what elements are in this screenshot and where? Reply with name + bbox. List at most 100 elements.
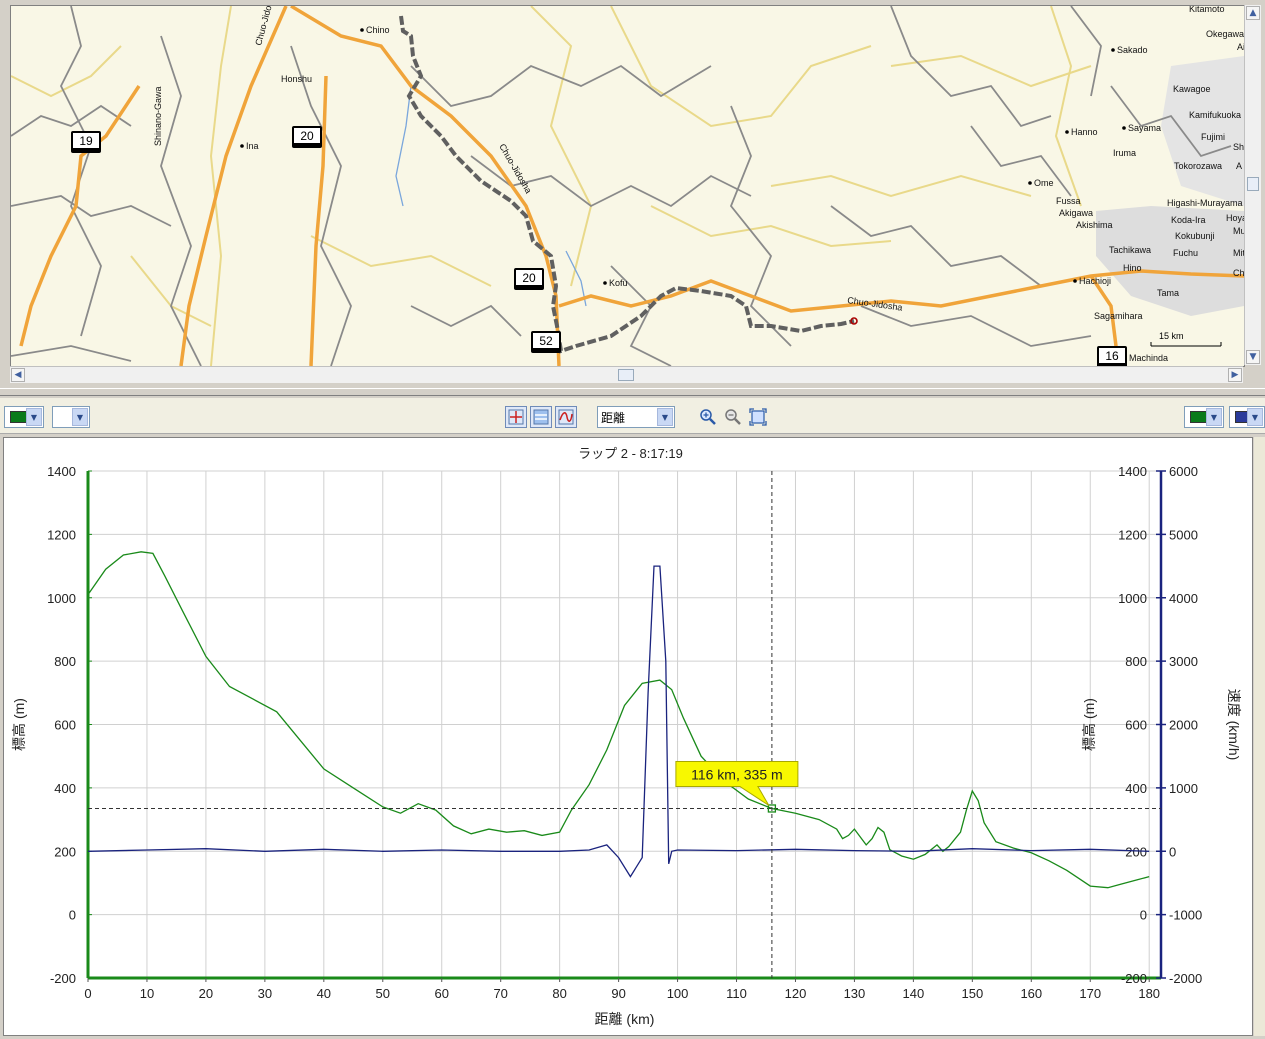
place-label: Iruma — [1113, 148, 1136, 158]
zoom-in-button[interactable] — [697, 406, 719, 428]
y-right-inner-axis-label: 標高 (m) — [1081, 698, 1097, 751]
zoom-extent-button[interactable] — [747, 406, 769, 428]
place-label: Hanno — [1071, 127, 1098, 137]
y-right-tick-label: 3000 — [1169, 654, 1198, 669]
chart-scrollbar[interactable] — [1254, 437, 1265, 1036]
place-label: Mit — [1233, 248, 1244, 258]
scroll-right-icon[interactable]: ▶ — [1228, 368, 1242, 382]
x-axis-select-value: 距離 — [601, 410, 626, 425]
place-label: Koda-Ira — [1171, 215, 1206, 225]
y-right-inner-tick-label: 600 — [1125, 718, 1147, 733]
map-vertical-scrollbar[interactable]: ▲ ▼ — [1244, 5, 1261, 365]
zoom-out-button[interactable] — [722, 406, 744, 428]
y-right-tick-label: 1000 — [1169, 781, 1198, 796]
place-label: Kofu — [609, 278, 628, 288]
crosshair-button[interactable] — [505, 406, 527, 428]
x-tick-label: 130 — [844, 986, 866, 1001]
y-left-tick-label: 1000 — [47, 591, 76, 606]
x-tick-label: 180 — [1138, 986, 1160, 1001]
x-tick-label: 20 — [199, 986, 213, 1001]
y-right-inner-tick-label: 0 — [1140, 908, 1147, 923]
svg-text:20: 20 — [522, 271, 536, 285]
x-tick-label: 160 — [1020, 986, 1042, 1001]
chevron-down-icon[interactable]: ▼ — [1247, 408, 1263, 426]
scroll-down-icon[interactable]: ▼ — [1246, 350, 1260, 364]
chevron-down-icon[interactable]: ▼ — [72, 408, 88, 426]
place-label: Ai — [1237, 42, 1244, 52]
place-dot — [360, 28, 364, 32]
place-label: Kamifukuoka — [1189, 110, 1241, 120]
y-right-inner-tick-label: 1000 — [1118, 591, 1147, 606]
scroll-thumb[interactable] — [618, 369, 634, 381]
scale-bar: 15 km — [1150, 331, 1222, 347]
chevron-down-icon[interactable]: ▼ — [1206, 408, 1222, 426]
chevron-down-icon[interactable]: ▼ — [657, 408, 673, 426]
x-tick-label: 90 — [611, 986, 625, 1001]
right-axis-color-select[interactable]: ▼ — [1184, 406, 1224, 428]
scroll-up-icon[interactable]: ▲ — [1246, 6, 1260, 20]
y-right-tick-label: -2000 — [1169, 971, 1202, 986]
map-view[interactable]: 15 km Chino Honshu Ina Shinano-Gawa Chuo-Jid… — [10, 5, 1245, 367]
place-label: Hoya — [1226, 213, 1244, 223]
y-right-tick-label: 0 — [1169, 844, 1176, 859]
y-left-tick-label: 1400 — [47, 464, 76, 479]
y-left-tick-label: 0 — [69, 908, 76, 923]
x-tick-label: 30 — [258, 986, 272, 1001]
curve-button[interactable] — [555, 406, 577, 428]
y-right-inner-tick-label: 800 — [1125, 654, 1147, 669]
y-right-inner-tick-label: 1400 — [1118, 464, 1147, 479]
elevation-chart[interactable]: 0 10 20 30 40 50 60 70 80 90 100 110 120 130 140 150 160… — [4, 438, 1252, 1035]
place-label: Ome — [1034, 178, 1054, 188]
route-shield: 20 — [292, 126, 322, 148]
x-tick-label: 40 — [317, 986, 331, 1001]
chevron-down-icon[interactable]: ▼ — [26, 408, 42, 426]
zoom-in-icon — [700, 409, 716, 425]
zoom-extent-icon — [749, 408, 767, 426]
color-swatch — [1190, 411, 1207, 423]
place-label: Tachikawa — [1109, 245, 1151, 255]
map-pane: 15 km Chino Honshu Ina Shinano-Gawa Chuo-Jid… — [0, 0, 1265, 388]
y-right-tick-label: 4000 — [1169, 591, 1198, 606]
x-axis-label: 距離 (km) — [595, 1011, 655, 1027]
place-label: Chuo-Jidosha — [847, 295, 903, 313]
pane-splitter[interactable] — [0, 388, 1265, 396]
scroll-left-icon[interactable]: ◀ — [11, 368, 25, 382]
place-label: Shinano-Gawa — [153, 86, 163, 146]
y-left-axis-label: 標高 (m) — [11, 698, 27, 751]
place-dot — [240, 144, 244, 148]
left-axis-color-select[interactable]: ▼ — [4, 406, 44, 428]
x-tick-label: 110 — [726, 986, 747, 1001]
map-canvas[interactable]: 15 km Chino Honshu Ina Shinano-Gawa Chuo-Jid… — [11, 6, 1244, 366]
place-label: Sakado — [1117, 45, 1148, 55]
horizontal-lines-icon — [533, 409, 549, 425]
x-tick-label: 80 — [552, 986, 566, 1001]
y-left-tick-label: -200 — [50, 971, 76, 986]
y-right-inner-tick-label: 1200 — [1118, 527, 1147, 542]
horizontal-lines-button[interactable] — [530, 406, 552, 428]
y-left-tick-label: 600 — [54, 718, 76, 733]
river — [395, 85, 412, 207]
svg-text:19: 19 — [79, 134, 93, 148]
place-label: Ch — [1233, 268, 1244, 278]
place-label: Fujimi — [1201, 132, 1225, 142]
y-right-tick-label: -1000 — [1169, 908, 1202, 923]
place-dot — [1028, 181, 1032, 185]
scroll-thumb[interactable] — [1247, 177, 1259, 191]
left-secondary-color-select[interactable]: ▼ — [52, 406, 90, 428]
place-label: A — [1236, 161, 1242, 171]
x-tick-label: 140 — [903, 986, 925, 1001]
elevation-chart-pane[interactable]: 0 10 20 30 40 50 60 70 80 90 100 110 120 130 140 150 160… — [3, 437, 1253, 1036]
place-label: Honshu — [281, 74, 312, 84]
x-tick-label: 150 — [961, 986, 983, 1001]
crosshair-icon — [508, 409, 524, 425]
y-left-tick-label: 800 — [54, 654, 76, 669]
route-shields: 19 20 20 52 16 — [71, 126, 1127, 366]
speed-axis-color-select[interactable]: ▼ — [1229, 406, 1265, 428]
chart-title: ラップ 2 - 8:17:19 — [578, 446, 683, 461]
place-label: Fuchu — [1173, 248, 1198, 258]
map-horizontal-scrollbar[interactable]: ◀ ▶ — [10, 366, 1243, 383]
place-label: Chuo-Jidosha — [253, 6, 277, 47]
place-label: Sagamihara — [1094, 311, 1143, 321]
svg-text:16: 16 — [1105, 349, 1119, 363]
x-axis-select[interactable]: 距離 ▼ — [597, 406, 675, 428]
